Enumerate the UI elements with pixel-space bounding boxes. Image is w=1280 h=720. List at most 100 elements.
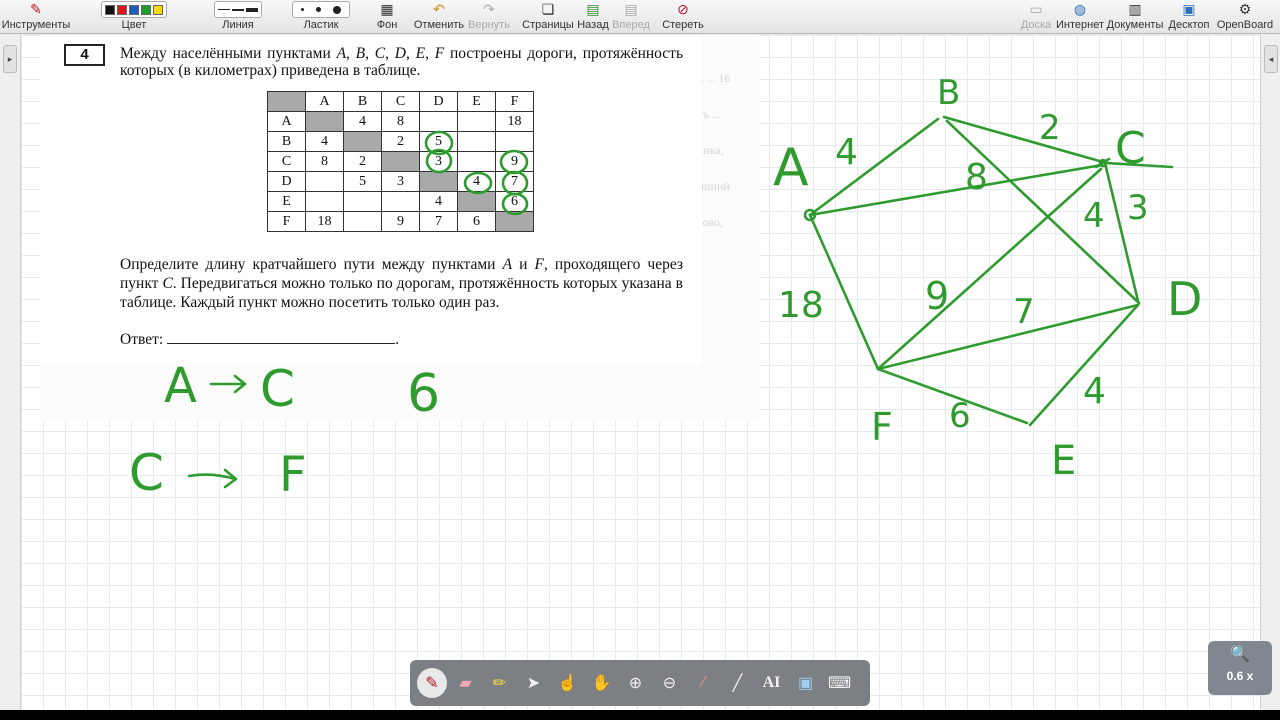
keyboard-tool[interactable]: ⌨ [824, 667, 855, 699]
line-thin-option[interactable] [218, 9, 230, 10]
laser-pointer-icon: ∕ [702, 674, 705, 691]
color-label: Цвет [121, 19, 147, 31]
eraser-small-option[interactable] [301, 8, 304, 11]
right-panel-strip: ◂ [1260, 35, 1280, 710]
node-f-label: F [871, 405, 893, 449]
openboard-label: OpenBoard [1216, 19, 1274, 31]
eraser-size-options [292, 1, 350, 18]
board-label: Доска [1020, 19, 1052, 31]
eraser-size-group: Ластик [286, 0, 356, 34]
node-b-label: B [937, 73, 960, 113]
marker-icon: ✏ [492, 675, 507, 692]
node-e-label: E [1051, 438, 1076, 484]
desktop-button[interactable]: ▣ Десктоп [1167, 0, 1211, 34]
color-yellow-swatch[interactable] [153, 4, 163, 15]
chevron-right-icon: ▸ [7, 54, 13, 64]
background-icon: ▦ [380, 1, 394, 17]
right-panel-toggle[interactable]: ◂ [1264, 45, 1278, 73]
color-black-swatch[interactable] [105, 4, 115, 15]
hand-icon: ✋ [591, 675, 612, 692]
undo-button[interactable]: ↶ Отменить [413, 0, 465, 34]
selector-tool[interactable]: ➤ [518, 667, 549, 699]
text-tool[interactable]: AI [756, 667, 787, 699]
line-label: Линия [222, 19, 254, 31]
color-swatches [101, 1, 167, 18]
tools-label: Инструменты [1, 19, 71, 31]
undo-icon: ↶ [433, 1, 445, 17]
color-blue-swatch[interactable] [129, 4, 139, 15]
note-value-label: 6 [407, 364, 440, 424]
edge-label-c-f: 9 [925, 274, 949, 318]
hand-tool[interactable]: ✋ [586, 667, 617, 699]
zoom-out-tool[interactable]: ⊖ [654, 667, 685, 699]
left-panel-toggle[interactable]: ▸ [3, 45, 17, 73]
back-button[interactable]: ▤ Назад [576, 0, 610, 34]
pen-tools-icon: ✎ [30, 1, 42, 17]
circle-mark [501, 192, 529, 216]
edge-a-b [808, 117, 940, 217]
handwriting-layer: A C 6 C F A B C D E F 4 8 18 2 4 3 9 7 4… [129, 73, 1202, 503]
pages-button[interactable]: ❏ Страницы [522, 0, 574, 34]
zoom-out-icon: ⊖ [662, 675, 677, 692]
node-c-label: C [1115, 123, 1146, 174]
capture-tool[interactable]: ▣ [790, 667, 821, 699]
globe-icon: ◍ [1073, 1, 1087, 17]
circle-mark [463, 171, 493, 195]
edge-d-f [876, 303, 1140, 371]
circle-mark [501, 170, 529, 196]
openboard-menu-button[interactable]: ⚙ OpenBoard [1215, 0, 1275, 34]
gear-icon: ⚙ [1238, 1, 1252, 17]
back-label: Назад [577, 19, 609, 31]
board-mode-button[interactable]: ▭ Доска [1021, 0, 1051, 34]
line-medium-option[interactable] [232, 8, 244, 11]
documents-button[interactable]: ▥ Документы [1106, 0, 1164, 34]
chevron-left-icon: ◂ [1268, 54, 1274, 64]
whiteboard-canvas[interactable]: и бы запишите тек В одном из кодировок .… [21, 35, 1260, 710]
edge-label-c-d: 3 [1127, 188, 1149, 228]
edge-label-a-c: 8 [965, 157, 988, 198]
edge-label-d-e: 4 [1083, 371, 1106, 412]
background-label: Фон [376, 19, 398, 31]
note-from-label: C [129, 444, 164, 502]
line-width-group: Линия [203, 0, 273, 34]
marker-tool[interactable]: ✏ [484, 667, 515, 699]
zoom-in-icon: ⊕ [628, 675, 643, 692]
eraser-medium-option[interactable] [316, 7, 321, 12]
note-to-label: C [260, 360, 295, 418]
note-arrow [187, 468, 238, 489]
interact-tool[interactable]: ☝ [552, 667, 583, 699]
circle-mark [499, 149, 529, 175]
edge-label-d-f: 7 [1013, 292, 1035, 332]
background-button[interactable]: ▦ Фон [370, 0, 404, 34]
clear-page-button[interactable]: ⊘ Стереть [662, 0, 704, 34]
note-to-label: F [279, 447, 307, 503]
board-icon: ▭ [1029, 1, 1043, 17]
zoom-value: 0.6 x [1226, 669, 1254, 683]
pen-tool[interactable]: ✎ [417, 668, 447, 698]
line-icon: ╱ [732, 675, 743, 692]
node-a-label: A [773, 138, 809, 198]
forward-button[interactable]: ▤ Вперед [612, 0, 650, 34]
eraser-large-option[interactable] [333, 5, 341, 14]
page-back-icon: ▤ [586, 1, 600, 17]
line-tool[interactable]: ╱ [722, 667, 753, 699]
color-group: Цвет [78, 0, 190, 34]
eraser-icon: ▰ [459, 675, 472, 692]
color-red-swatch[interactable] [117, 4, 127, 15]
note-arrow [209, 374, 247, 394]
edge-b-d [945, 119, 1141, 305]
page-forward-icon: ▤ [624, 1, 638, 17]
zoom-in-tool[interactable]: ⊕ [620, 667, 651, 699]
internet-button[interactable]: ◍ Интернет [1056, 0, 1104, 34]
edge-c-f [876, 167, 1103, 371]
edge-label-a-f: 18 [778, 285, 824, 326]
tools-menu-button[interactable]: ✎ Инструменты [1, 0, 71, 34]
pages-label: Страницы [522, 19, 574, 31]
eraser-tool[interactable]: ▰ [450, 667, 481, 699]
color-green-swatch[interactable] [141, 4, 151, 15]
zoom-indicator[interactable]: 🔍 0.6 x [1208, 641, 1272, 695]
redo-button[interactable]: ↷ Вернуть [467, 0, 511, 34]
line-thick-option[interactable] [246, 7, 258, 12]
documents-label: Документы [1106, 19, 1164, 31]
laser-pointer-tool[interactable]: ∕ [688, 667, 719, 699]
